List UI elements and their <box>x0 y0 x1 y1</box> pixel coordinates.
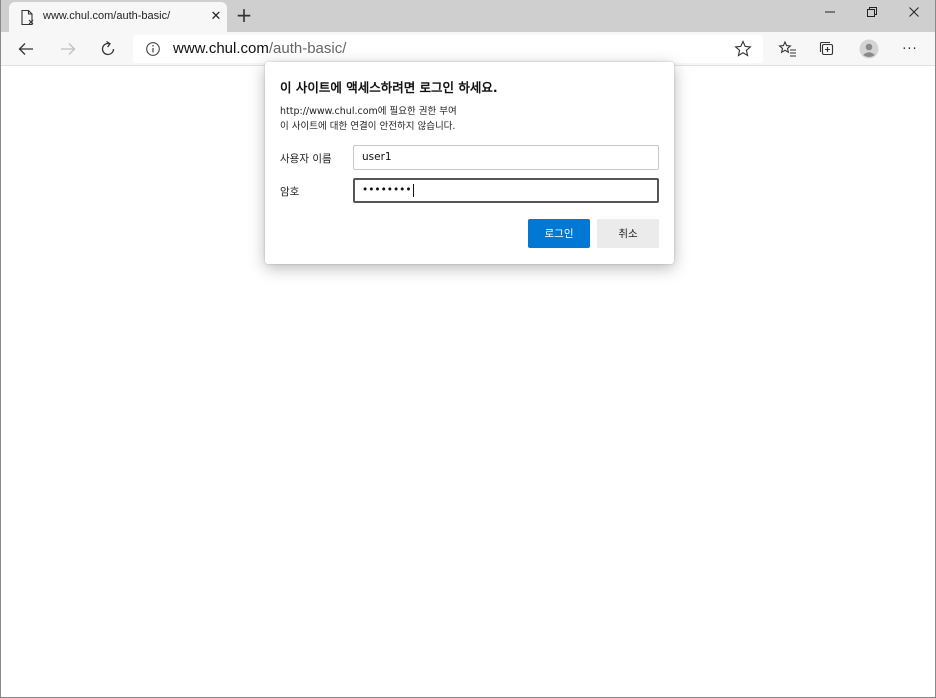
username-field[interactable]: user1 <box>353 145 659 170</box>
url-text[interactable]: www.chul.com/auth-basic/ <box>173 40 346 57</box>
profile-icon <box>859 39 879 59</box>
url-path: /auth-basic/ <box>268 40 347 57</box>
address-bar[interactable]: www.chul.com/auth-basic/ <box>133 35 763 63</box>
close-icon <box>909 7 919 17</box>
forward-button[interactable] <box>55 37 81 61</box>
more-button[interactable]: ··· <box>897 37 923 61</box>
info-icon[interactable] <box>145 41 161 57</box>
auth-dialog: 이 사이트에 액세스하려면 로그인 하세요. http://www.chul.c… <box>265 62 674 264</box>
password-mask: •••••••• <box>362 184 412 196</box>
favorites-button[interactable] <box>775 37 801 61</box>
cancel-button[interactable]: 취소 <box>597 219 659 248</box>
refresh-icon <box>101 40 115 56</box>
profile-button[interactable] <box>856 37 882 61</box>
login-button[interactable]: 로그인 <box>528 219 590 248</box>
tab-strip: www.chul.com/auth-basic/ ✕ + <box>1 0 935 32</box>
forward-icon <box>61 43 76 55</box>
url-host: www.chul.com <box>173 40 269 57</box>
username-label: 사용자 이름 <box>280 153 332 165</box>
new-tab-button[interactable]: + <box>233 5 255 27</box>
page-icon <box>21 9 34 26</box>
refresh-button[interactable] <box>95 37 121 61</box>
back-button[interactable] <box>13 37 39 61</box>
collections-icon <box>819 41 834 56</box>
restore-icon <box>867 7 877 17</box>
dialog-message-line1: http://www.chul.com에 필요한 권한 부여 <box>280 106 457 117</box>
text-caret <box>412 183 414 197</box>
tab-title: www.chul.com/auth-basic/ <box>43 10 171 22</box>
window-controls <box>809 0 935 24</box>
navigation-toolbar: www.chul.com/auth-basic/ ··· <box>1 32 935 66</box>
password-label: 암호 <box>280 186 300 198</box>
more-icon: ··· <box>902 41 918 57</box>
tab-auth-basic[interactable]: www.chul.com/auth-basic/ ✕ <box>9 2 227 32</box>
close-window-button[interactable] <box>893 0 935 24</box>
minimize-button[interactable] <box>809 0 851 24</box>
star-icon[interactable] <box>733 39 753 59</box>
password-field[interactable]: •••••••• <box>353 178 659 203</box>
browser-window: www.chul.com/auth-basic/ ✕ + www.chul.co… <box>0 0 936 698</box>
dialog-message-line2: 이 사이트에 대한 연결이 안전하지 않습니다. <box>280 121 456 132</box>
minimize-icon <box>825 11 835 13</box>
restore-button[interactable] <box>851 0 893 24</box>
collections-button[interactable] <box>814 37 840 61</box>
tab-close-icon[interactable]: ✕ <box>207 8 225 26</box>
favorites-icon <box>778 40 796 57</box>
dialog-title: 이 사이트에 액세스하려면 로그인 하세요. <box>280 80 498 95</box>
back-icon <box>18 43 33 55</box>
